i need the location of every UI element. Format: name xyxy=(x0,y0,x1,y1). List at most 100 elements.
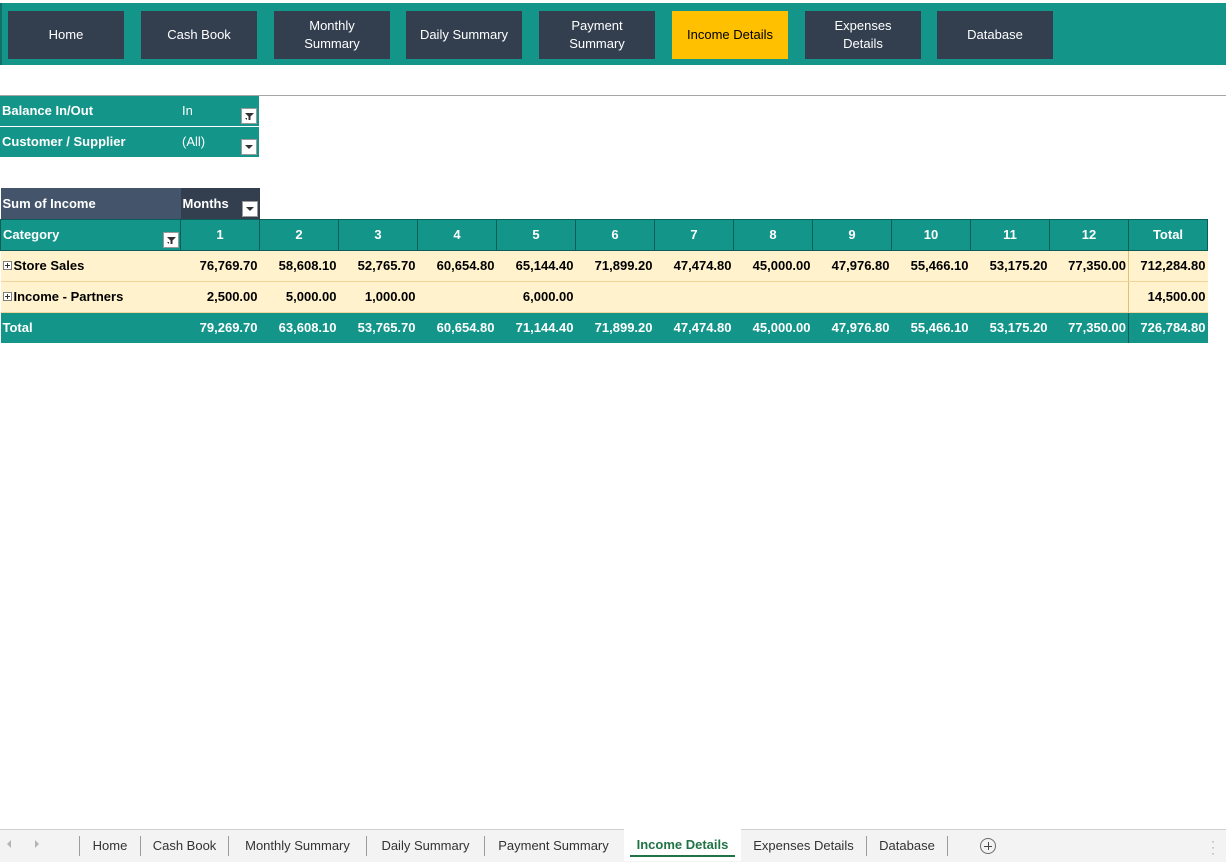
value-cell[interactable]: 65,144.40 xyxy=(496,250,576,282)
value-cell[interactable]: 6,000.00 xyxy=(496,281,576,313)
column-header: 2 xyxy=(259,218,339,251)
total-cell[interactable]: 53,765.70 xyxy=(338,312,418,343)
value-cell[interactable] xyxy=(812,281,892,313)
row-label-cell: Income - Partners xyxy=(0,281,181,313)
expand-plus-icon[interactable] xyxy=(2,292,12,301)
value-cell[interactable]: 1,000.00 xyxy=(338,281,418,313)
row-label: Income - Partners xyxy=(13,289,124,304)
total-cell[interactable]: 71,144.40 xyxy=(496,312,576,343)
column-header: 9 xyxy=(812,218,892,251)
nav-income-details-button[interactable]: Income Details xyxy=(672,11,788,59)
filter-balance-in-out: Balance In/Out In xyxy=(0,96,259,126)
grand-total-row: Total 79,269.70 63,608.10 53,765.70 60,6… xyxy=(0,312,1208,343)
total-cell[interactable]: 55,466.10 xyxy=(891,312,971,343)
value-cell[interactable]: 5,000.00 xyxy=(259,281,339,313)
nav-cash-book-button[interactable]: Cash Book xyxy=(141,11,257,59)
table-row: Store Sales 76,769.70 58,608.10 52,765.7… xyxy=(0,250,1208,282)
total-column-header: Total xyxy=(1128,218,1208,251)
sheet-tab-database[interactable]: Database xyxy=(867,830,947,861)
pivot-header-row: Sum of Income Months xyxy=(0,188,1208,219)
column-header: 10 xyxy=(891,218,971,251)
value-cell[interactable]: 47,474.80 xyxy=(654,250,734,282)
nav-daily-summary-button[interactable]: Daily Summary xyxy=(406,11,522,59)
row-total-cell[interactable]: 14,500.00 xyxy=(1128,281,1208,313)
table-row: Income - Partners 2,500.00 5,000.00 1,00… xyxy=(0,281,1208,313)
value-cell[interactable]: 45,000.00 xyxy=(733,250,813,282)
column-header: 1 xyxy=(180,218,260,251)
nav-expenses-details-button[interactable]: Expenses Details xyxy=(805,11,921,59)
value-cell[interactable]: 53,175.20 xyxy=(970,250,1050,282)
total-cell[interactable]: 45,000.00 xyxy=(733,312,813,343)
value-cell[interactable] xyxy=(417,281,497,313)
value-cell[interactable]: 55,466.10 xyxy=(891,250,971,282)
nav-database-button[interactable]: Database xyxy=(937,11,1053,59)
total-cell[interactable]: 71,899.20 xyxy=(575,312,655,343)
column-header: 8 xyxy=(733,218,813,251)
sheet-tab-monthly-summary[interactable]: Monthly Summary xyxy=(229,830,366,861)
sheet-tab-home[interactable]: Home xyxy=(80,830,140,861)
total-cell[interactable]: 79,269.70 xyxy=(180,312,260,343)
category-label: Category xyxy=(3,227,60,242)
sheet-tab-daily-summary[interactable]: Daily Summary xyxy=(367,830,484,861)
dropdown-arrow-icon[interactable] xyxy=(241,139,257,155)
expand-plus-icon[interactable] xyxy=(2,261,12,270)
value-cell[interactable]: 60,654.80 xyxy=(417,250,497,282)
value-cell[interactable]: 77,350.00 xyxy=(1049,250,1129,282)
row-label-cell: Store Sales xyxy=(0,250,181,282)
nav-home-button[interactable]: Home xyxy=(8,11,124,59)
column-header: 12 xyxy=(1049,218,1129,251)
column-header: 5 xyxy=(496,218,576,251)
value-cell[interactable]: 58,608.10 xyxy=(259,250,339,282)
column-header: 7 xyxy=(654,218,734,251)
nav-payment-summary-button[interactable]: Payment Summary xyxy=(539,11,655,59)
filter-customer-value: (All) xyxy=(182,134,206,149)
value-cell[interactable]: 71,899.20 xyxy=(575,250,655,282)
filter-balance-label: Balance In/Out xyxy=(2,103,94,118)
grand-total-label: Total xyxy=(0,312,181,343)
nav-left-edge xyxy=(0,3,2,65)
total-cell[interactable]: 53,175.20 xyxy=(970,312,1050,343)
total-cell[interactable]: 63,608.10 xyxy=(259,312,339,343)
column-header: 6 xyxy=(575,218,655,251)
row-field-header: Category xyxy=(0,218,181,251)
value-field-label: Sum of Income xyxy=(0,188,181,219)
column-header: 4 xyxy=(417,218,497,251)
months-column-field: Months xyxy=(180,188,260,219)
value-cell[interactable] xyxy=(891,281,971,313)
filter-balance-value: In xyxy=(182,103,193,118)
total-cell[interactable]: 60,654.80 xyxy=(417,312,497,343)
total-cell[interactable]: 47,474.80 xyxy=(654,312,734,343)
filter-funnel-dropdown-icon[interactable] xyxy=(241,108,257,124)
row-total-cell[interactable]: 712,284.80 xyxy=(1128,250,1208,282)
add-sheet-icon[interactable] xyxy=(980,838,996,854)
dropdown-arrow-icon[interactable] xyxy=(241,201,258,217)
sheet-tab-payment-summary[interactable]: Payment Summary xyxy=(485,830,622,861)
filter-customer-label: Customer / Supplier xyxy=(2,134,126,149)
nav-monthly-summary-button[interactable]: Monthly Summary xyxy=(274,11,390,59)
row-label: Store Sales xyxy=(13,258,85,273)
value-cell[interactable] xyxy=(654,281,734,313)
more-options-icon[interactable]: · · · xyxy=(1211,835,1215,859)
total-cell[interactable]: 77,350.00 xyxy=(1049,312,1129,343)
scroll-right-icon[interactable] xyxy=(35,840,39,848)
months-label: Months xyxy=(182,195,229,211)
value-cell[interactable] xyxy=(733,281,813,313)
grand-total-cell[interactable]: 726,784.80 xyxy=(1128,312,1208,343)
value-cell[interactable] xyxy=(1049,281,1129,313)
sheet-tab-bar: Home Cash Book Monthly Summary Daily Sum… xyxy=(0,829,1226,862)
value-cell[interactable]: 47,976.80 xyxy=(812,250,892,282)
column-header-row: Category 1 2 3 4 5 6 7 8 9 10 11 12 Tota… xyxy=(0,218,1208,251)
value-cell[interactable]: 2,500.00 xyxy=(180,281,260,313)
filter-funnel-dropdown-icon[interactable] xyxy=(163,231,179,248)
sheet-tab-cash-book[interactable]: Cash Book xyxy=(141,830,228,861)
sheet-tab-expenses-details[interactable]: Expenses Details xyxy=(741,830,866,861)
column-header: 3 xyxy=(338,218,418,251)
value-cell[interactable] xyxy=(970,281,1050,313)
total-cell[interactable]: 47,976.80 xyxy=(812,312,892,343)
value-cell[interactable] xyxy=(575,281,655,313)
value-cell[interactable]: 76,769.70 xyxy=(180,250,260,282)
scroll-left-icon[interactable] xyxy=(7,840,11,848)
column-header: 11 xyxy=(970,218,1050,251)
value-cell[interactable]: 52,765.70 xyxy=(338,250,418,282)
sheet-tab-income-details[interactable]: Income Details xyxy=(624,829,741,861)
